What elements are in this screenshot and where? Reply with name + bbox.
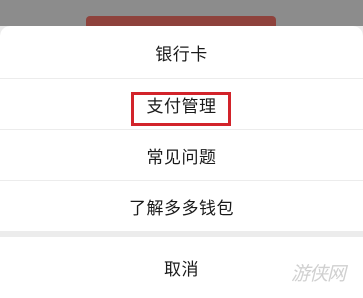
- highlight-annotation-box: [131, 92, 231, 126]
- menu-item-faq[interactable]: 常见问题: [0, 130, 363, 180]
- menu-item-bank-card[interactable]: 银行卡: [0, 26, 363, 78]
- cancel-label: 取消: [164, 260, 199, 280]
- watermark-text: 游侠网: [290, 262, 346, 285]
- watermark-logo: 游侠网: [278, 252, 358, 292]
- menu-item-label: 了解多多钱包: [129, 198, 234, 219]
- menu-item-label: 常见问题: [146, 147, 217, 168]
- menu-item-label: 银行卡: [155, 44, 208, 65]
- menu-item-learn-wallet[interactable]: 了解多多钱包: [0, 181, 363, 231]
